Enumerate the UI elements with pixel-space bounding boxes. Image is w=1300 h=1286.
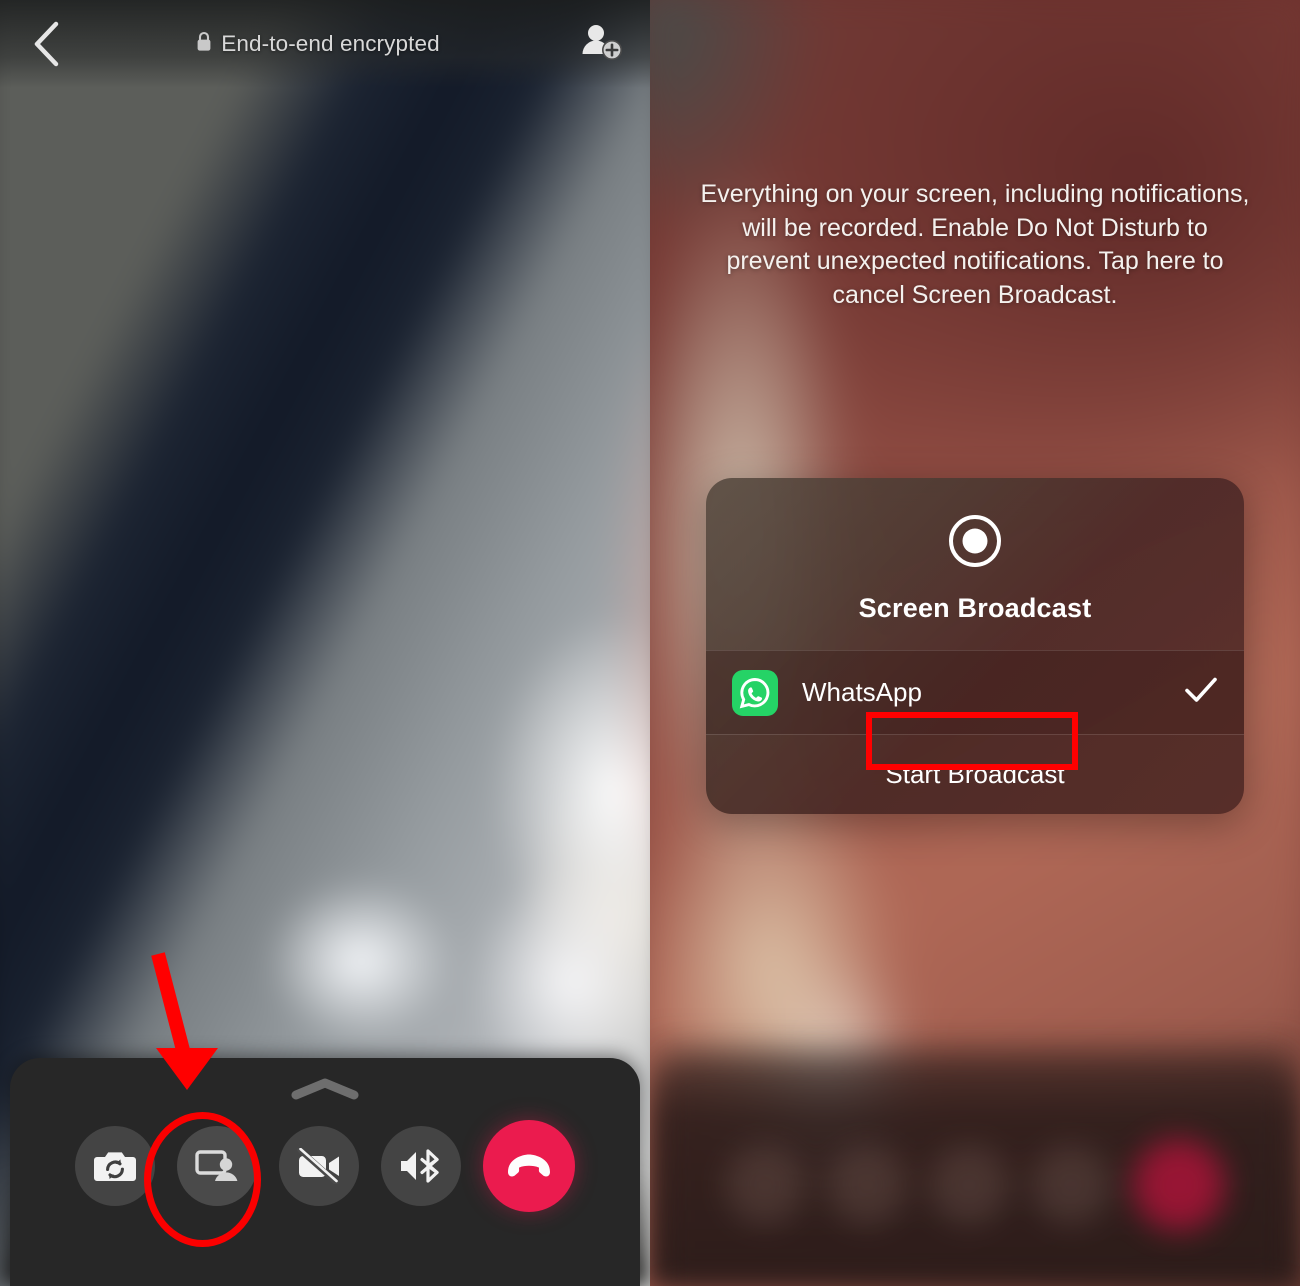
lock-icon: [196, 31, 212, 57]
broadcast-instruction-text[interactable]: Everything on your screen, including not…: [650, 178, 1300, 312]
sheet-title: Screen Broadcast: [858, 593, 1092, 623]
dock-expand-handle[interactable]: [290, 1078, 360, 1100]
phone-hangup-icon: [504, 1153, 554, 1179]
screen-share-icon: [195, 1147, 239, 1185]
call-control-row: [10, 1120, 640, 1212]
encryption-label: End-to-end encrypted: [221, 31, 440, 56]
broadcast-app-label: WhatsApp: [802, 677, 922, 707]
blurred-control: [929, 1145, 1009, 1225]
video-call-panel: End-to-end encrypted: [0, 0, 650, 1286]
call-controls-dock: [10, 1058, 640, 1286]
speaker-bluetooth-icon: [398, 1147, 444, 1185]
start-broadcast-button[interactable]: Start Broadcast: [706, 734, 1244, 814]
screenshot-root: End-to-end encrypted Everything on your …: [0, 0, 1300, 1286]
screen-broadcast-panel: Everything on your screen, including not…: [650, 0, 1300, 1286]
call-header: End-to-end encrypted: [0, 0, 650, 88]
encryption-indicator: End-to-end encrypted: [60, 31, 576, 57]
record-dot-icon: [706, 512, 1244, 575]
end-call-button[interactable]: [483, 1120, 575, 1212]
share-screen-button[interactable]: [177, 1126, 257, 1206]
blurred-control: [1031, 1145, 1111, 1225]
whatsapp-icon: [732, 669, 778, 716]
video-toggle-button[interactable]: [279, 1126, 359, 1206]
flip-camera-button[interactable]: [75, 1126, 155, 1206]
start-broadcast-label: Start Broadcast: [885, 759, 1065, 789]
screen-broadcast-sheet: Screen Broadcast WhatsApp Start Broadcas…: [706, 478, 1244, 814]
sheet-header: Screen Broadcast: [706, 478, 1244, 650]
video-off-icon: [296, 1148, 342, 1184]
blurred-control: [725, 1145, 805, 1225]
add-person-icon: [581, 23, 623, 66]
audio-output-button[interactable]: [381, 1126, 461, 1206]
checkmark-icon: [1184, 676, 1218, 709]
blurred-control: [827, 1145, 907, 1225]
add-participant-button[interactable]: [576, 20, 628, 68]
blurred-end-call: [1133, 1139, 1225, 1231]
blurred-control-row: [650, 1139, 1300, 1231]
camera-flip-icon: [94, 1148, 136, 1184]
chevron-up-icon: [290, 1078, 360, 1104]
chevron-left-icon: [32, 21, 60, 67]
broadcast-app-row[interactable]: WhatsApp: [706, 650, 1244, 734]
